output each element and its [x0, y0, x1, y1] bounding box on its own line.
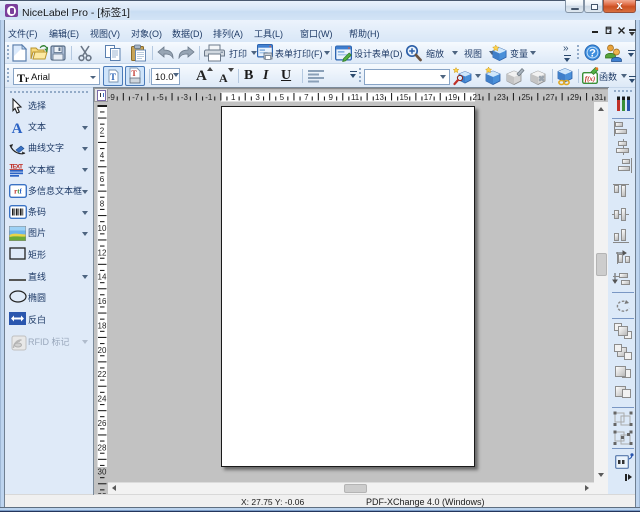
svg-text:f(x): f(x) — [585, 75, 596, 83]
svg-text:?: ? — [589, 48, 596, 60]
svg-text:rtf: rtf — [14, 187, 22, 195]
svg-text:A: A — [12, 121, 23, 135]
svg-text:T: T — [131, 69, 137, 78]
svg-text:T: T — [110, 72, 116, 82]
